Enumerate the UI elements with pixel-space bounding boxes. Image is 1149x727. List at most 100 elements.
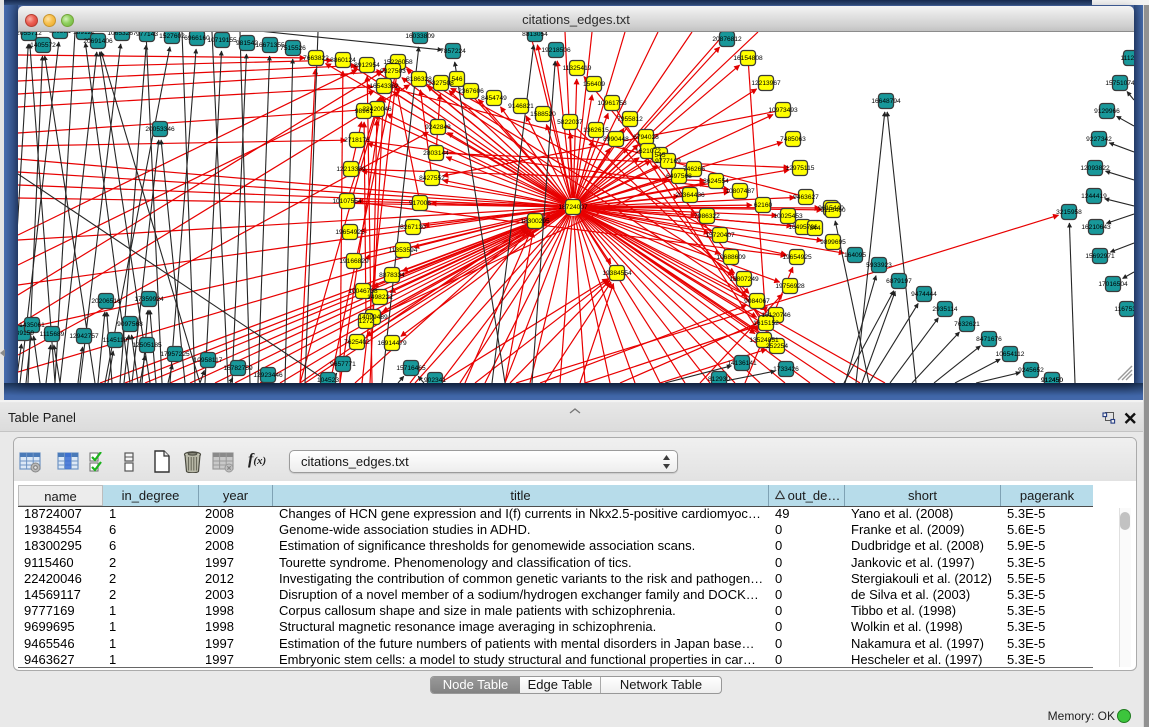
svg-text:1527602: 1527602 <box>159 33 185 40</box>
svg-text:104523: 104523 <box>317 377 339 383</box>
svg-text:17957225: 17957225 <box>160 351 190 358</box>
svg-text:9657771: 9657771 <box>330 361 356 368</box>
svg-text:3624554: 3624554 <box>703 178 729 185</box>
svg-text:1167533: 1167533 <box>1114 306 1134 313</box>
svg-text:10961758: 10961758 <box>597 100 627 107</box>
svg-text:10654112: 10654112 <box>996 351 1025 358</box>
svg-text:10973493: 10973493 <box>768 107 798 114</box>
svg-text:1733426: 1733426 <box>773 366 799 373</box>
svg-text:12505185: 12505185 <box>132 342 162 349</box>
svg-text:7625402: 7625402 <box>344 339 370 346</box>
svg-text:10719155: 10719155 <box>207 37 237 44</box>
svg-text:12213967: 12213967 <box>751 80 781 87</box>
svg-text:98961: 98961 <box>355 108 374 115</box>
svg-text:1362615: 1362615 <box>583 127 609 134</box>
svg-text:16914479: 16914479 <box>377 340 407 347</box>
svg-text:19654925: 19654925 <box>782 254 812 261</box>
svg-text:7485063: 7485063 <box>780 136 806 143</box>
svg-text:189122: 189122 <box>73 32 95 36</box>
svg-text:6879197: 6879197 <box>886 278 912 285</box>
svg-text:19654925: 19654925 <box>335 229 365 236</box>
svg-text:9327503: 9327503 <box>380 68 406 75</box>
svg-text:8813054: 8813054 <box>522 32 548 38</box>
svg-text:1405572: 1405572 <box>30 42 56 49</box>
svg-text:746266: 746266 <box>683 166 705 173</box>
svg-text:10025453: 10025453 <box>773 213 803 220</box>
svg-text:8990448: 8990448 <box>603 136 629 143</box>
svg-text:10958117: 10958117 <box>194 357 223 364</box>
svg-text:11353594: 11353594 <box>389 247 418 254</box>
svg-text:8427552: 8427552 <box>419 175 445 182</box>
svg-text:9227342: 9227342 <box>1086 136 1112 143</box>
svg-text:18724007: 18724007 <box>558 204 588 211</box>
svg-text:1588520: 1588520 <box>530 111 556 118</box>
svg-text:20206516: 20206516 <box>91 298 121 305</box>
svg-text:7986322: 7986322 <box>694 213 720 220</box>
svg-text:2718176: 2718176 <box>344 137 370 144</box>
svg-text:912450: 912450 <box>1041 377 1063 383</box>
svg-text:2935114: 2935114 <box>932 306 958 313</box>
svg-text:19756928: 19756928 <box>775 283 805 290</box>
svg-text:1145119: 1145119 <box>103 337 128 344</box>
svg-text:7632621: 7632621 <box>954 321 980 328</box>
svg-text:16648794: 16648794 <box>871 98 901 105</box>
svg-text:18300295: 18300295 <box>520 218 550 225</box>
svg-text:3215958: 3215958 <box>1056 209 1082 216</box>
svg-text:8267130: 8267130 <box>400 224 426 231</box>
svg-text:111265: 111265 <box>1120 55 1134 62</box>
svg-text:6497568: 6497568 <box>666 173 692 180</box>
svg-text:6794028: 6794028 <box>633 134 659 141</box>
svg-text:9097568: 9097568 <box>117 321 143 328</box>
svg-text:12213389: 12213389 <box>336 166 366 173</box>
svg-text:9463627: 9463627 <box>793 194 819 201</box>
svg-text:164095: 164095 <box>844 252 866 259</box>
svg-text:10807487: 10807487 <box>725 188 755 195</box>
svg-text:1115689: 1115689 <box>40 331 65 338</box>
svg-text:20876812: 20876812 <box>712 36 742 43</box>
svg-text:9899695: 9899695 <box>820 239 846 246</box>
svg-text:15720407: 15720407 <box>705 232 735 239</box>
svg-text:977143: 977143 <box>136 32 158 38</box>
svg-text:11325419: 11325419 <box>563 65 592 72</box>
svg-text:20691406: 20691406 <box>83 38 113 45</box>
svg-text:9327508: 9327508 <box>428 80 454 87</box>
svg-text:1615152: 1615152 <box>753 320 779 327</box>
svg-text:10653267: 10653267 <box>107 32 137 37</box>
svg-text:20364436: 20364436 <box>675 192 705 199</box>
svg-text:10107554: 10107554 <box>332 198 362 205</box>
svg-text:16210643: 16210643 <box>1081 224 1111 231</box>
svg-text:9474444: 9474444 <box>911 291 937 298</box>
svg-text:844: 844 <box>809 225 820 232</box>
svg-text:17016504: 17016504 <box>1098 281 1128 288</box>
svg-text:12975115: 12975115 <box>786 165 815 172</box>
svg-text:7857224: 7857224 <box>440 48 466 55</box>
svg-text:8471676: 8471676 <box>976 336 1002 343</box>
svg-text:8878334: 8878334 <box>379 272 405 279</box>
svg-text:9245652: 9245652 <box>1018 367 1044 374</box>
svg-text:20053346: 20053346 <box>145 126 175 133</box>
svg-text:15692971: 15692971 <box>1085 253 1115 260</box>
svg-text:15716465: 15716465 <box>396 365 426 372</box>
svg-text:989231: 989231 <box>49 32 71 35</box>
svg-text:2367606: 2367606 <box>458 88 484 95</box>
svg-text:10688609: 10688609 <box>716 254 746 261</box>
svg-text:2055712: 2055712 <box>18 32 42 37</box>
svg-text:15226058: 15226058 <box>383 59 413 66</box>
svg-text:19218506: 19218506 <box>541 47 571 54</box>
svg-text:1498222: 1498222 <box>367 294 393 301</box>
svg-text:8454749: 8454749 <box>481 95 507 102</box>
svg-text:16033809: 16033809 <box>405 33 435 40</box>
svg-text:812930: 812930 <box>708 376 730 383</box>
svg-text:16543362: 16543362 <box>369 83 399 90</box>
svg-text:9242848: 9242848 <box>425 124 451 131</box>
svg-text:9115460: 9115460 <box>820 207 846 214</box>
svg-text:902341: 902341 <box>424 377 446 383</box>
svg-text:16782759: 16782759 <box>223 365 253 372</box>
svg-text:6966160: 6966160 <box>184 35 210 42</box>
svg-text:9084067: 9084067 <box>744 298 770 305</box>
svg-text:7955812: 7955812 <box>617 116 643 123</box>
svg-text:19166829: 19166829 <box>339 258 369 265</box>
svg-text:7663822: 7663822 <box>303 55 329 62</box>
svg-text:18807249: 18807249 <box>729 276 759 283</box>
svg-text:546: 546 <box>451 76 462 83</box>
